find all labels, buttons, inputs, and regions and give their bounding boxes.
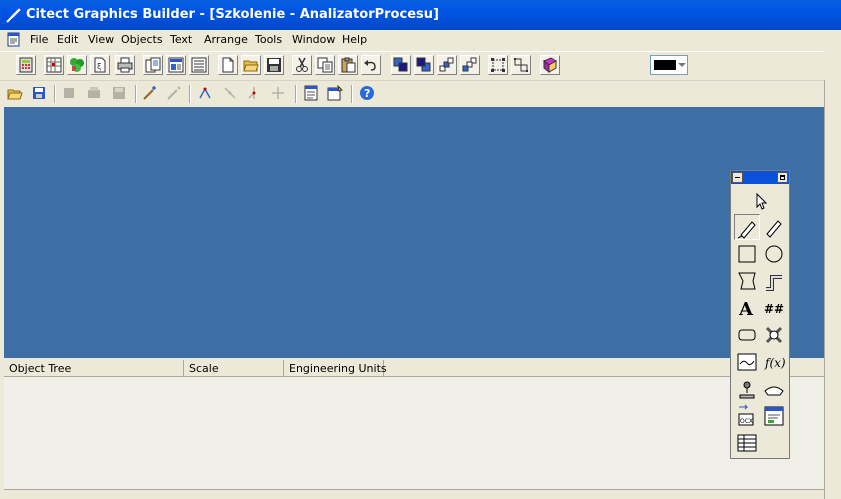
copy-icon[interactable]	[315, 55, 335, 75]
menu-window[interactable]: Window	[292, 33, 335, 46]
disabled-tool-3-icon[interactable]	[110, 84, 130, 104]
svg-text:A: A	[738, 299, 754, 320]
menu-help[interactable]: Help	[342, 33, 367, 46]
pipe-tool-icon[interactable]	[761, 268, 787, 294]
table-tool-icon[interactable]	[734, 430, 760, 456]
cut-icon[interactable]	[292, 55, 312, 75]
svg-text:##: ##	[764, 302, 784, 316]
color-swatch	[654, 60, 676, 70]
disabled-tool-2-icon[interactable]	[85, 84, 105, 104]
main-toolbar: ξ	[0, 51, 824, 79]
wand-disabled-icon[interactable]	[165, 84, 185, 104]
tools-palette: A ## f(x) OCX	[730, 170, 790, 459]
disabled-tool-1-icon[interactable]	[60, 84, 80, 104]
template-icon[interactable]	[166, 55, 186, 75]
rectangle-tool-icon[interactable]	[734, 241, 760, 267]
page-properties-icon[interactable]	[326, 84, 346, 104]
swap-genie-tool-icon[interactable]: OCX	[734, 403, 760, 429]
freehand-tool-icon[interactable]	[734, 214, 760, 240]
menu-view[interactable]: View	[88, 33, 114, 46]
bring-forward-icon[interactable]	[437, 55, 457, 75]
column-engineering-units[interactable]: Engineering Units	[284, 360, 387, 376]
new-file-icon[interactable]	[218, 55, 238, 75]
right-edge-panel	[824, 80, 841, 499]
ellipse-tool-icon[interactable]	[761, 241, 787, 267]
properties-icon[interactable]	[302, 84, 322, 104]
line-tool-icon[interactable]	[761, 214, 787, 240]
save-icon[interactable]	[264, 55, 284, 75]
magic-wand-icon[interactable]	[141, 84, 161, 104]
column-scale[interactable]: Scale	[184, 360, 284, 376]
object-tree-panel[interactable]	[4, 377, 824, 490]
polygon-tool-icon[interactable]	[734, 268, 760, 294]
bring-to-front-icon[interactable]	[391, 55, 411, 75]
send-backward-icon[interactable]	[460, 55, 480, 75]
snap-disabled-1-icon[interactable]	[221, 84, 241, 104]
svg-text:?: ?	[364, 87, 370, 100]
title-bar: Citect Graphics Builder - [Szkolenie - A…	[0, 0, 841, 30]
dropdown-arrow-icon	[678, 63, 686, 67]
paste-icon[interactable]	[338, 55, 358, 75]
foreground-color-picker[interactable]	[650, 55, 688, 75]
menu-objects[interactable]: Objects	[121, 33, 163, 46]
genie-icon[interactable]	[67, 55, 87, 75]
open-folder-small-icon[interactable]	[6, 84, 26, 104]
number-tool-icon[interactable]: ##	[761, 295, 787, 321]
symbol-set-tool-icon[interactable]	[761, 322, 787, 348]
citect-app-icon	[6, 8, 21, 23]
print-icon[interactable]	[115, 55, 135, 75]
save-small-icon[interactable]	[30, 84, 50, 104]
calculator-icon[interactable]	[16, 55, 36, 75]
menu-text[interactable]: Text	[170, 33, 192, 46]
button-tool-icon[interactable]	[734, 322, 760, 348]
send-to-back-icon[interactable]	[414, 55, 434, 75]
trend-tool-icon[interactable]	[734, 349, 760, 375]
ungroup-icon[interactable]	[511, 55, 531, 75]
help-icon[interactable]: ?	[358, 84, 378, 104]
menu-arrange[interactable]: Arrange	[204, 33, 248, 46]
page-grid-icon[interactable]	[44, 55, 64, 75]
menu-bar: File Edit View Objects Text Arrange Tool…	[0, 30, 841, 50]
graphics-page-canvas[interactable]	[4, 107, 824, 358]
window-title: Citect Graphics Builder - [Szkolenie - A…	[26, 7, 439, 22]
menu-file[interactable]: File	[30, 33, 48, 46]
genie-tool-icon[interactable]	[734, 376, 760, 402]
svg-text:OCX: OCX	[740, 418, 753, 425]
cicode-file-icon[interactable]: ξ	[90, 55, 110, 75]
pointer-tool-icon[interactable]	[747, 188, 773, 214]
palette-title-bar[interactable]	[731, 171, 789, 184]
snap-grid-icon[interactable]	[196, 84, 216, 104]
secondary-toolbar: ?	[0, 80, 824, 107]
library-book-icon[interactable]	[540, 55, 560, 75]
group-icon[interactable]	[488, 55, 508, 75]
object-tree-header: Object Tree Scale Engineering Units	[4, 360, 824, 377]
svg-text:ξ: ξ	[97, 62, 101, 71]
palette-minimize-button[interactable]	[732, 172, 743, 183]
text-tool-icon[interactable]: A	[734, 295, 760, 321]
palette-maximize-button[interactable]	[777, 172, 788, 183]
menu-tools[interactable]: Tools	[255, 33, 282, 46]
cicode-function-tool-icon[interactable]: f(x)	[761, 349, 787, 375]
svg-text:f(x): f(x)	[764, 356, 786, 370]
menu-edit[interactable]: Edit	[57, 33, 78, 46]
symbol-list-icon[interactable]	[189, 55, 209, 75]
column-object-tree[interactable]: Object Tree	[4, 360, 184, 376]
pages-list-icon[interactable]	[143, 55, 163, 75]
symbol-tool-icon[interactable]	[761, 376, 787, 402]
open-folder-icon[interactable]	[241, 55, 261, 75]
snap-disabled-2-icon[interactable]	[245, 84, 265, 104]
snap-disabled-3-icon[interactable]	[269, 84, 289, 104]
undo-icon[interactable]	[361, 55, 381, 75]
active-x-tool-icon[interactable]	[761, 403, 787, 429]
document-icon[interactable]	[6, 32, 22, 48]
